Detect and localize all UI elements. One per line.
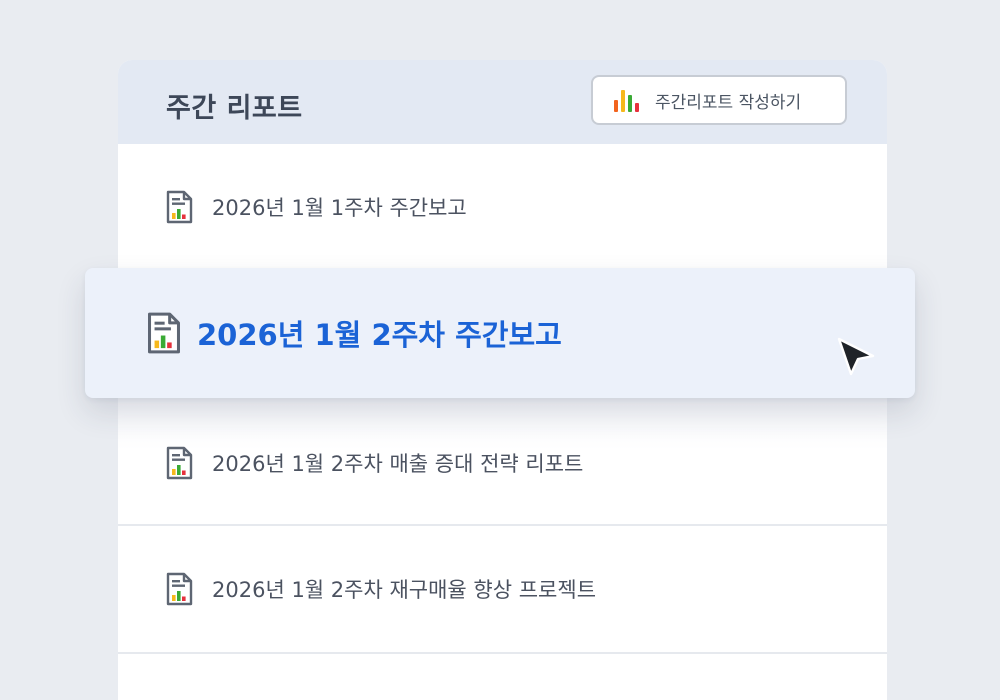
- report-list-item-highlighted[interactable]: 2026년 1월 2주차 주간보고: [85, 268, 915, 398]
- bar-chart-icon: [613, 88, 641, 112]
- report-title: 2026년 1월 2주차 주간보고: [197, 318, 562, 352]
- create-button-label: 주간리포트 작성하기: [655, 92, 802, 113]
- report-title: 2026년 1월 2주차 재구매율 향상 프로젝트: [212, 578, 597, 602]
- create-weekly-report-button[interactable]: 주간리포트 작성하기: [591, 75, 847, 125]
- mouse-pointer-icon: [837, 337, 875, 376]
- report-list-item[interactable]: 2026년 1월 2주차 매출 증대 전략 리포트: [118, 400, 887, 526]
- panel-header: 주간 리포트 주간리포트 작성하기: [118, 60, 887, 144]
- report-list-item[interactable]: 2026년 1월 1주차 주간보고: [118, 144, 887, 270]
- report-title: 2026년 1월 2주차 매출 증대 전략 리포트: [212, 452, 584, 476]
- list-divider: [118, 652, 887, 654]
- report-list-item[interactable]: 2026년 1월 2주차 재구매율 향상 프로젝트: [118, 526, 887, 652]
- report-document-icon: [166, 190, 193, 224]
- report-title: 2026년 1월 1주차 주간보고: [212, 196, 467, 220]
- report-document-icon: [166, 446, 193, 480]
- report-document-icon: [166, 572, 193, 606]
- report-document-icon: [147, 311, 181, 355]
- page-title: 주간 리포트: [166, 93, 303, 124]
